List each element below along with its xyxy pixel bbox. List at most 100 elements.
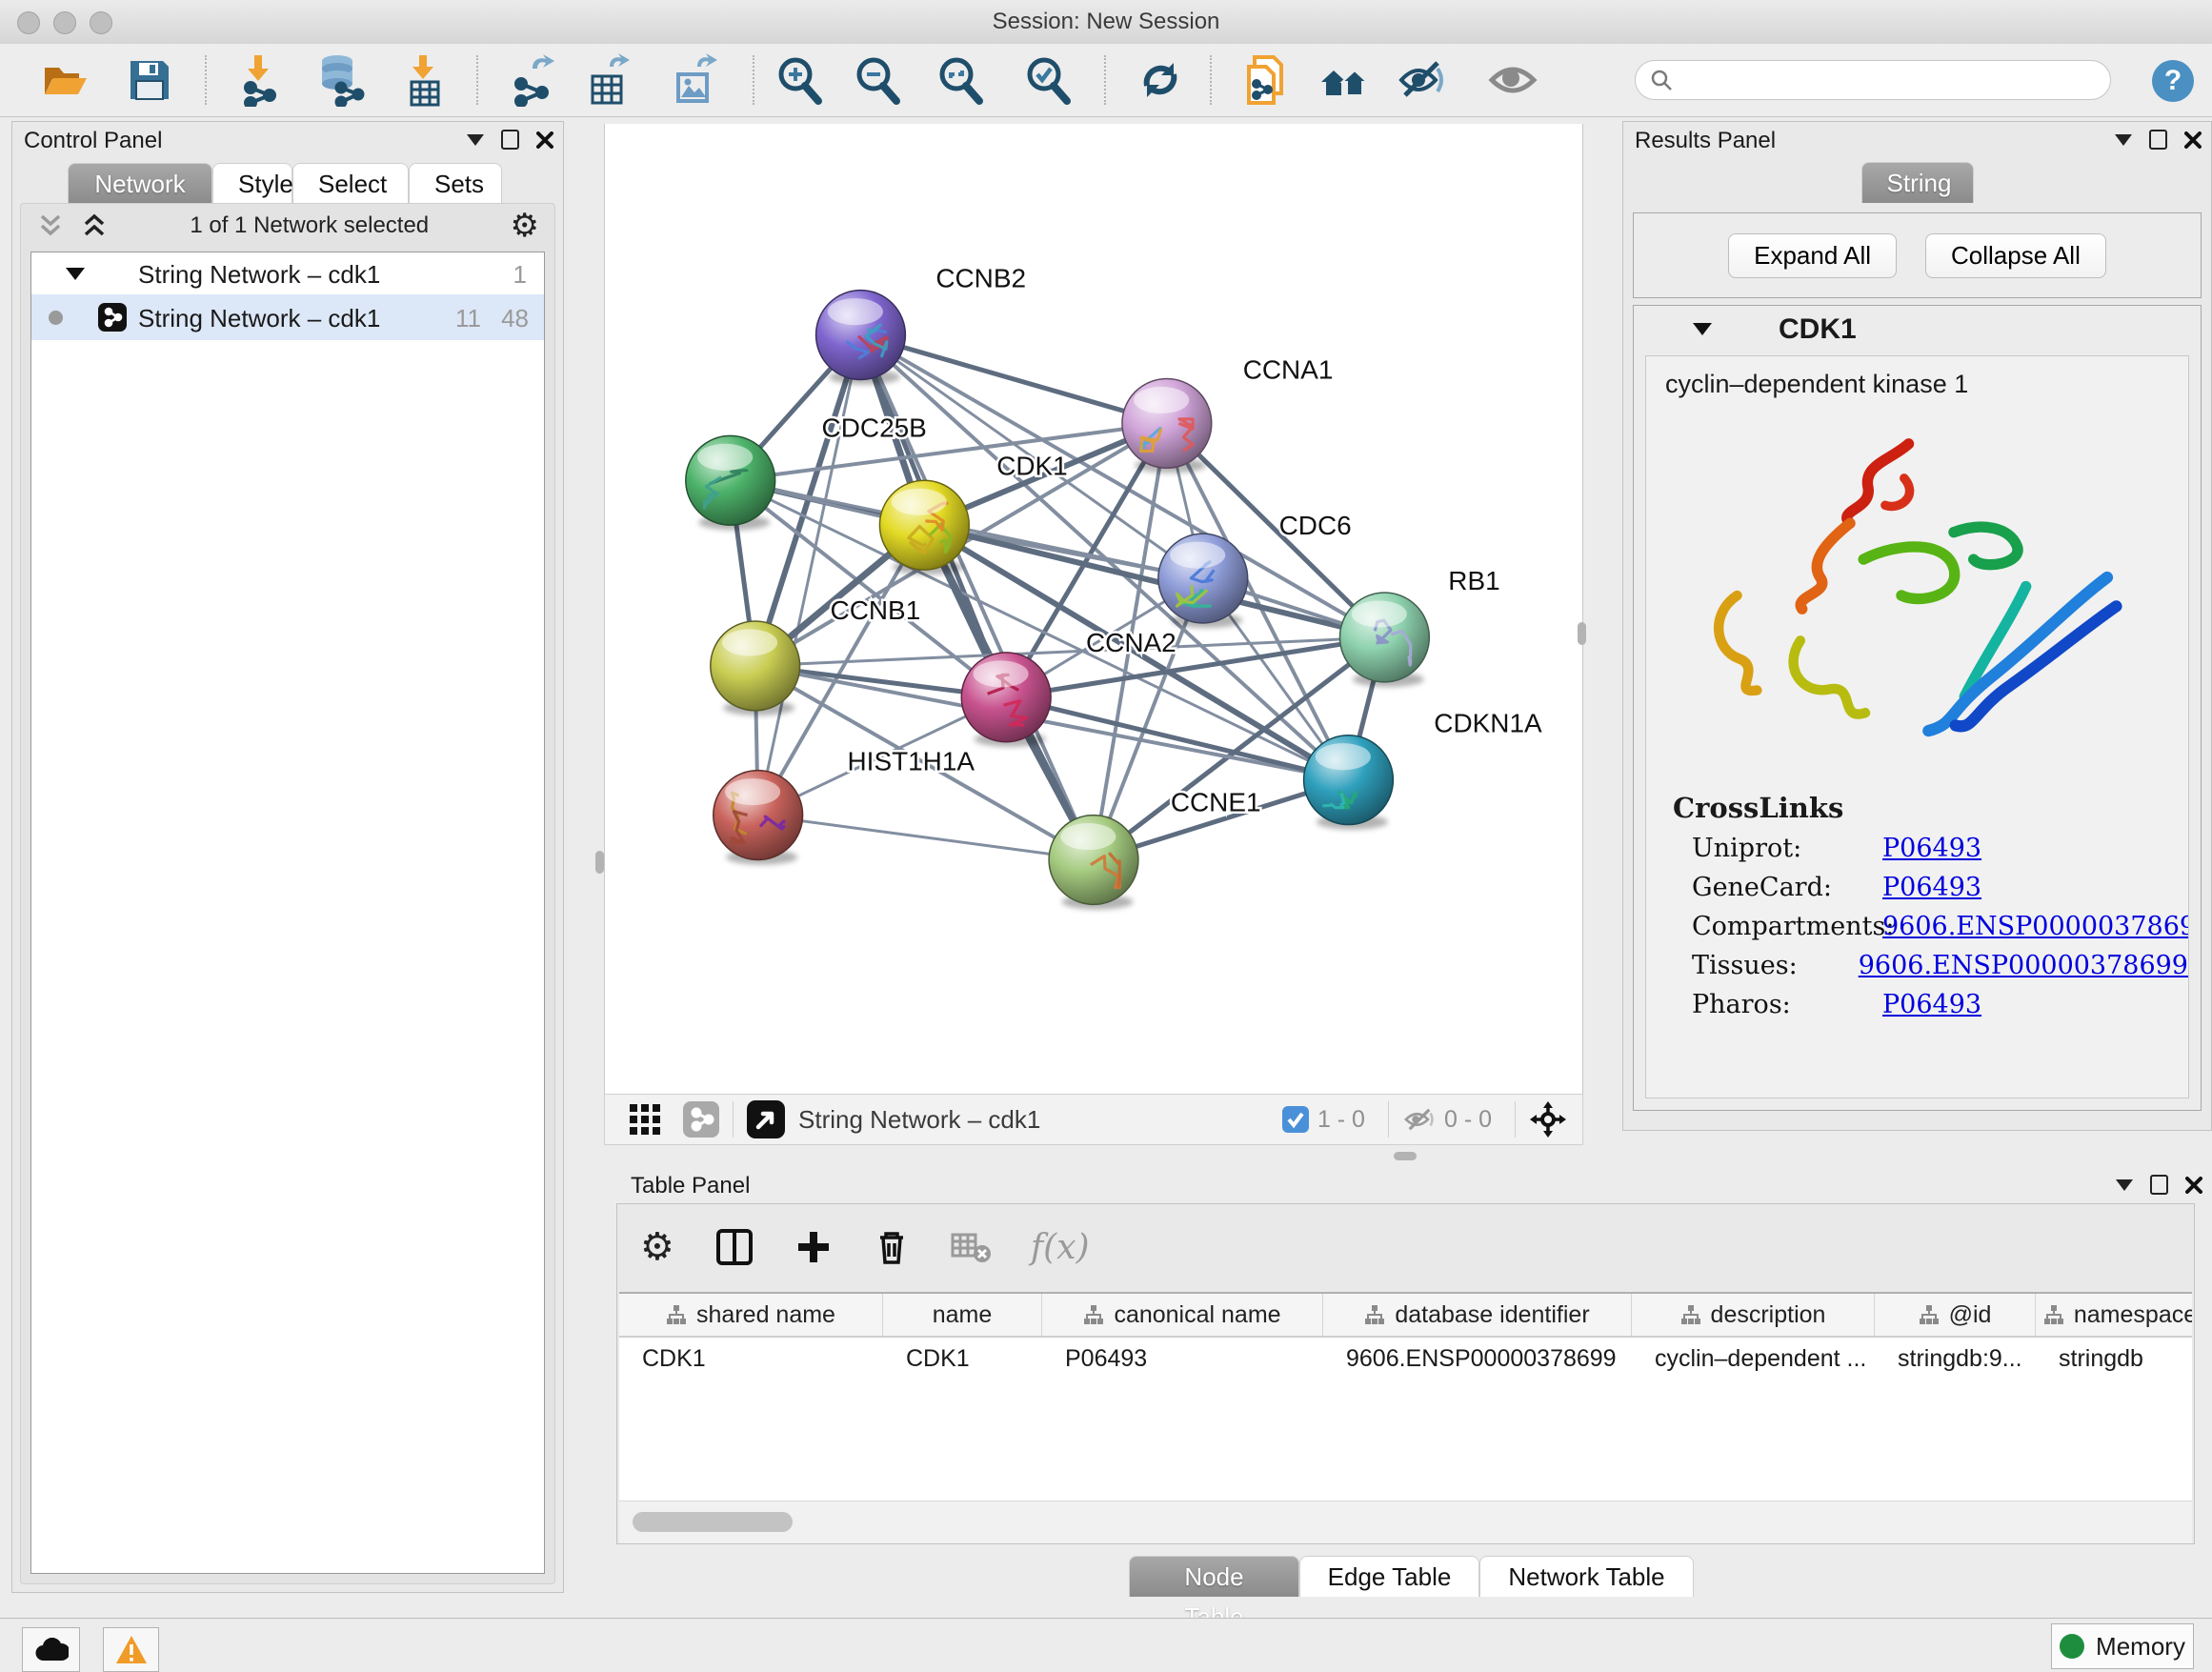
tab-node-table[interactable]: Node Table [1129, 1556, 1299, 1597]
network-canvas[interactable]: CCNB2CCNA1CDC25BCDK1CDC6RB1CCNB1CCNA2CDK… [604, 124, 1583, 1094]
show-eye-icon[interactable] [1484, 51, 1541, 109]
left-splitter-handle[interactable] [595, 851, 604, 874]
float-panel-icon[interactable] [2149, 130, 2167, 150]
tab-edge-table[interactable]: Edge Table [1299, 1556, 1479, 1597]
network-node-CCNE1[interactable]: CCNE1 [1049, 788, 1260, 910]
table-options-gear-icon[interactable]: ⚙ [640, 1231, 674, 1263]
table-cell[interactable]: stringdb:9... [1875, 1338, 2036, 1380]
network-edge[interactable] [758, 335, 861, 816]
column-header-description[interactable]: description [1632, 1294, 1875, 1336]
zoom-in-icon[interactable] [771, 51, 828, 109]
show-columns-icon[interactable] [714, 1227, 754, 1267]
tab-style[interactable]: Style [212, 163, 292, 204]
network-node-CDKN1A[interactable]: CDKN1A [1304, 709, 1542, 830]
column-header-namespace[interactable]: namespace [2036, 1294, 2192, 1336]
clone-network-icon[interactable] [1237, 51, 1295, 109]
close-panel-icon[interactable] [2184, 131, 2202, 149]
warnings-button[interactable] [103, 1627, 159, 1672]
table-row[interactable]: CDK1CDK1P064939606.ENSP00000378699cyclin… [619, 1338, 2192, 1380]
help-button[interactable]: ? [2152, 60, 2194, 102]
birdseye-grid-icon[interactable] [628, 1102, 662, 1137]
column-header-name[interactable]: name [883, 1294, 1042, 1336]
network-graph[interactable]: CCNB2CCNA1CDC25BCDK1CDC6RB1CCNB1CCNA2CDK… [605, 124, 1582, 1094]
close-panel-icon[interactable] [536, 131, 553, 149]
control-panel-tabs: Network Style Select Sets [68, 163, 502, 204]
expand-all-button[interactable]: Expand All [1728, 233, 1897, 278]
table-cell[interactable]: CDK1 [619, 1338, 883, 1380]
crosslink-link[interactable]: P06493 [1882, 990, 1981, 1019]
tab-network-table[interactable]: Network Table [1479, 1556, 1694, 1597]
collection-collapse-icon[interactable] [66, 268, 85, 280]
table-cell[interactable]: 9606.ENSP00000378699 [1323, 1338, 1632, 1380]
table-cell[interactable]: cyclin–dependent ... [1632, 1338, 1875, 1380]
selected-checkbox-icon[interactable] [1281, 1105, 1310, 1134]
toolbar-search[interactable] [1635, 60, 2111, 100]
network-share-icon[interactable] [683, 1101, 719, 1138]
function-builder-icon[interactable]: f(x) [1031, 1228, 1090, 1267]
network-node-CCNB2[interactable]: CCNB2 [816, 264, 1026, 385]
close-panel-icon[interactable] [2185, 1177, 2202, 1194]
node-table[interactable]: shared namenamecanonical namedatabase id… [619, 1292, 2192, 1501]
tab-sets[interactable]: Sets [409, 163, 502, 204]
network-edge[interactable] [924, 525, 1384, 637]
add-column-icon[interactable] [794, 1228, 833, 1266]
open-session-icon[interactable] [36, 51, 93, 109]
zoom-out-icon[interactable] [849, 51, 906, 109]
collapse-all-button[interactable]: Collapse All [1925, 233, 2106, 278]
network-options-gear-icon[interactable]: ⚙ [511, 210, 539, 242]
tab-string[interactable]: String [1861, 162, 1974, 203]
save-session-icon[interactable] [121, 51, 178, 109]
import-network-icon[interactable] [230, 51, 287, 109]
column-header-canonical-name[interactable]: canonical name [1042, 1294, 1323, 1336]
hidden-eye-icon[interactable] [1402, 1102, 1437, 1137]
float-panel-icon[interactable] [501, 130, 519, 150]
crosslink-link[interactable]: P06493 [1882, 834, 1981, 863]
network-node-HIST1H1A[interactable]: HIST1H1A [714, 747, 975, 865]
cloud-button[interactable] [22, 1627, 80, 1672]
network-node-CDC6[interactable]: CDC6 [1158, 511, 1352, 628]
zoom-fit-icon[interactable] [932, 51, 989, 109]
open-in-window-icon[interactable] [747, 1100, 785, 1138]
panel-menu-icon[interactable] [467, 134, 484, 146]
memory-button[interactable]: Memory [2051, 1623, 2194, 1669]
delete-table-icon[interactable] [951, 1229, 991, 1265]
search-input[interactable] [1674, 67, 2110, 93]
tab-select[interactable]: Select [292, 163, 409, 204]
scrollbar-thumb[interactable] [633, 1512, 793, 1532]
table-horizontal-scrollbar[interactable] [619, 1501, 2192, 1543]
collapse-all-icon[interactable] [36, 212, 65, 240]
crosslink-link[interactable]: P06493 [1882, 873, 1981, 902]
bottom-splitter-handle[interactable] [1394, 1152, 1417, 1160]
table-cell[interactable]: P06493 [1042, 1338, 1323, 1380]
export-image-icon[interactable] [665, 51, 722, 109]
network-node-CCNA1[interactable]: CCNA1 [1122, 354, 1333, 473]
fit-content-crosshair-icon[interactable] [1529, 1100, 1567, 1138]
network-edge[interactable] [758, 816, 1094, 860]
export-table-icon[interactable] [579, 51, 636, 109]
zoom-selected-icon[interactable] [1019, 51, 1076, 109]
expand-all-icon[interactable] [80, 212, 109, 240]
panel-menu-icon[interactable] [2115, 134, 2132, 146]
table-cell[interactable]: CDK1 [883, 1338, 1042, 1380]
crosslink-link[interactable]: 9606.ENSP00000378699 [1882, 912, 2189, 941]
column-header--id[interactable]: @id [1875, 1294, 2036, 1336]
protein-collapse-icon[interactable] [1693, 323, 1712, 335]
import-database-icon[interactable] [311, 51, 368, 109]
tab-network[interactable]: Network [68, 163, 212, 204]
table-cell[interactable]: stringdb [2036, 1338, 2192, 1380]
panel-menu-icon[interactable] [2116, 1179, 2133, 1191]
hide-panel-eye-icon[interactable] [1394, 51, 1451, 109]
crosslink-link[interactable]: 9606.ENSP00000378699 [1859, 951, 2188, 980]
column-header-shared-name[interactable]: shared name [619, 1294, 883, 1336]
right-splitter-handle[interactable] [1578, 622, 1586, 645]
float-panel-icon[interactable] [2150, 1175, 2168, 1195]
column-header-database-identifier[interactable]: database identifier [1323, 1294, 1632, 1336]
delete-column-icon[interactable] [873, 1228, 911, 1266]
network-node-RB1[interactable]: RB1 [1339, 566, 1499, 687]
refresh-icon[interactable] [1132, 51, 1189, 109]
network-collection-row[interactable]: String Network – cdk1 1 [31, 252, 544, 294]
export-network-icon[interactable] [504, 51, 561, 109]
home-networks-icon[interactable] [1316, 51, 1373, 109]
network-row-selected[interactable]: String Network – cdk1 11 48 [31, 294, 544, 340]
import-table-icon[interactable] [396, 51, 453, 109]
